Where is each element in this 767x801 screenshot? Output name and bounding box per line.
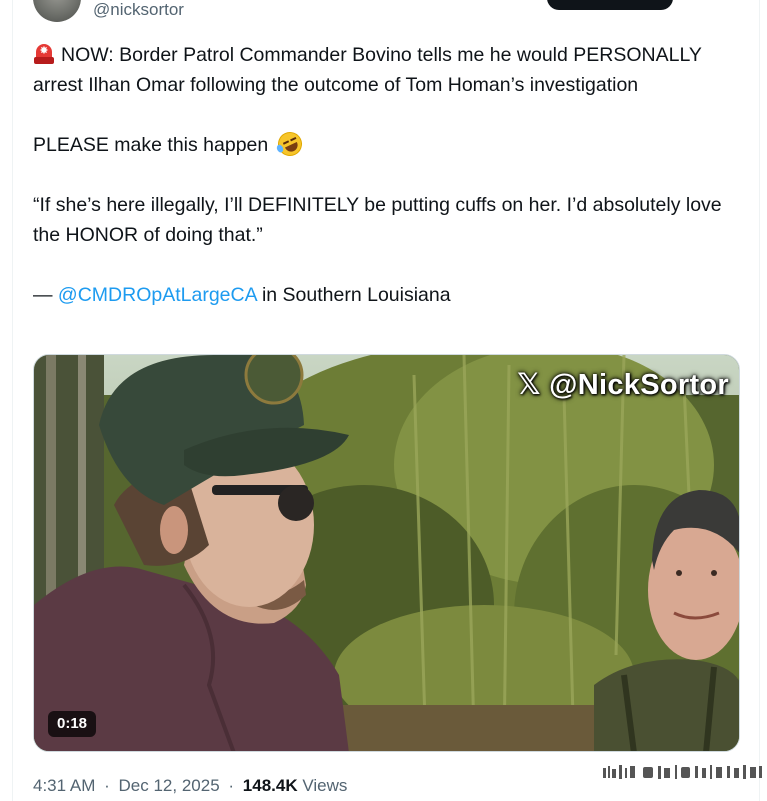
mention-link[interactable]: @CMDROpAtLargeCA [58, 284, 257, 306]
attribution-location: in Southern Louisiana [256, 284, 451, 306]
tweet-text: ✸ NOW: Border Patrol Commander Bovino tel… [33, 40, 733, 310]
separator-dot: · [228, 776, 235, 795]
avatar[interactable] [33, 0, 81, 22]
site-watermark-icon [603, 765, 762, 779]
views-label: Views [302, 776, 348, 795]
tweet-quote: “If she’s here illegally, I’ll DEFINITEL… [33, 194, 722, 246]
rolling-on-floor-laughing-icon [273, 128, 306, 160]
separator-dot: · [104, 776, 110, 795]
video-duration-badge: 0:18 [48, 711, 97, 737]
video-player[interactable]: 𝕏 @NickSortor 0:18 [33, 354, 740, 752]
views-count: 148.4K [242, 776, 298, 795]
tweet-card: @nicksortor ✸ NOW: Border Patrol Commande… [12, 0, 762, 801]
follow-button[interactable] [547, 0, 673, 10]
tweet-paragraph-2: PLEASE make this happen [33, 128, 733, 160]
tweet-attribution: — @CMDROpAtLargeCA in Southern Louisiana [33, 280, 733, 310]
video-frame [34, 355, 739, 751]
post-time[interactable]: 4:31 AM [33, 776, 95, 795]
tweet-headline: NOW: Border Patrol Commander Bovino tell… [33, 44, 702, 96]
tweet-metadata: 4:31 AM · Dec 12, 2025 · 148.4K Views [33, 776, 347, 796]
rotating-light-icon: ✸ [33, 43, 55, 65]
video-watermark: 𝕏 @NickSortor [517, 369, 729, 401]
tweet-request: PLEASE make this happen [33, 134, 269, 156]
tweet-paragraph-1: ✸ NOW: Border Patrol Commander Bovino tel… [33, 40, 733, 100]
attribution-prefix: — [33, 284, 58, 306]
post-date[interactable]: Dec 12, 2025 [119, 776, 220, 795]
author-handle[interactable]: @nicksortor [93, 0, 184, 20]
